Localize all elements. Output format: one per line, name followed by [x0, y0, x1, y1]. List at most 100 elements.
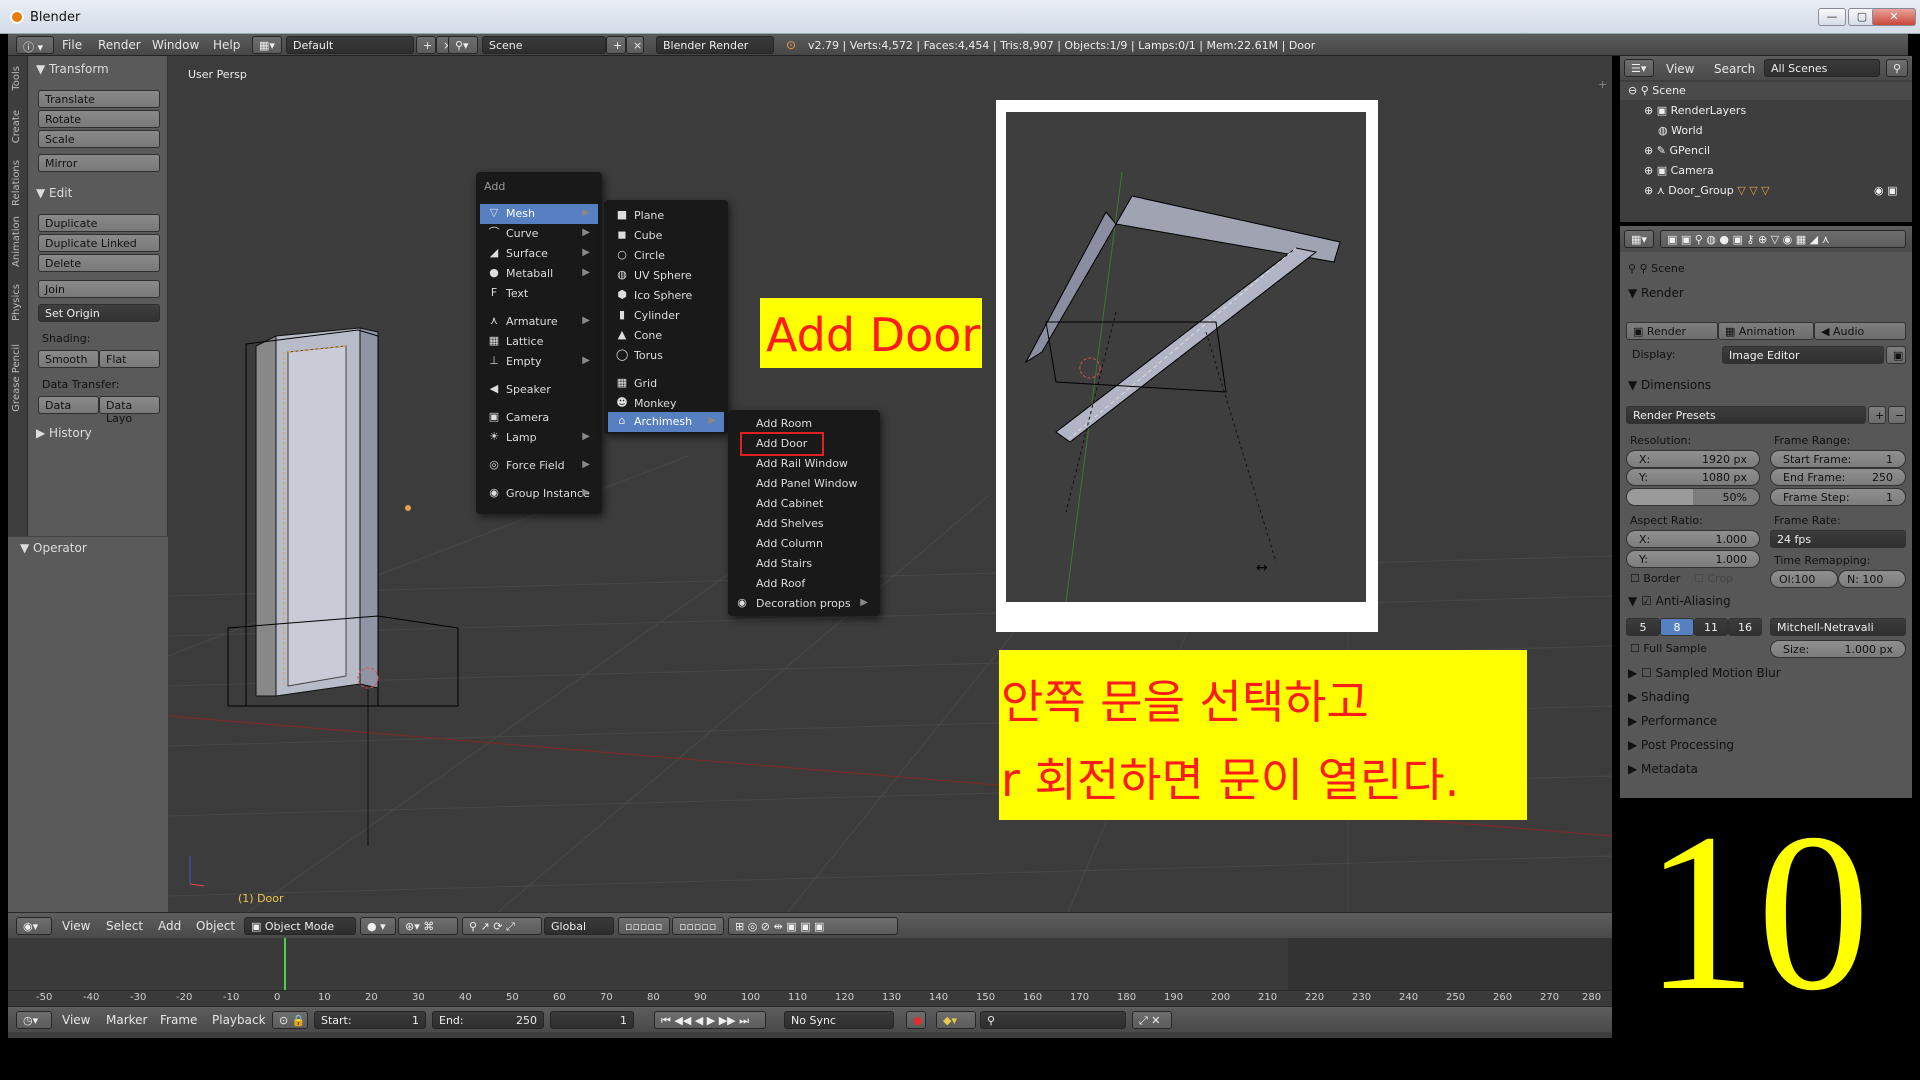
keying-icon[interactable]: ◆▾: [936, 1011, 976, 1029]
door-object[interactable]: [227, 327, 459, 707]
playback-controls[interactable]: ⏮ ◀◀ ◀ ▶ ▶▶ ⏭: [654, 1011, 766, 1029]
audio-button[interactable]: ◀ Audio: [1814, 322, 1906, 340]
data-button[interactable]: Data: [38, 396, 99, 414]
viewport-shading-icon[interactable]: ● ▾: [360, 917, 396, 935]
menu-render[interactable]: Render: [98, 38, 141, 52]
shading-section[interactable]: ▶ Shading: [1628, 690, 1690, 704]
menu-item-ico-sphere[interactable]: ⬢ Ico Sphere: [608, 286, 724, 306]
menu-playback[interactable]: Playback: [212, 1013, 266, 1027]
menu-item-camera[interactable]: ▣ Camera: [480, 408, 598, 428]
menu-item-cone[interactable]: ▲ Cone: [608, 326, 724, 346]
menu-item-add-stairs[interactable]: Add Stairs: [732, 554, 876, 574]
layout-icon[interactable]: ▦▾: [252, 36, 282, 54]
delete-button[interactable]: Delete: [38, 254, 160, 272]
preset-add-icon[interactable]: +: [1868, 406, 1886, 424]
mirror-button[interactable]: Mirror: [38, 154, 160, 172]
keying-set-field[interactable]: ⚲: [980, 1011, 1126, 1029]
visibility-eye-icon[interactable]: ◉ ▣: [1874, 184, 1898, 197]
start-frame-field[interactable]: Start Frame: 1: [1770, 450, 1906, 468]
aa-samples-11[interactable]: 11: [1694, 618, 1728, 636]
start-frame-field[interactable]: Start: 1: [314, 1011, 426, 1029]
end-frame-field[interactable]: End: 250: [432, 1011, 544, 1029]
menu-item-lamp[interactable]: ☀ Lamp ▶: [480, 428, 598, 448]
edit-panel-title[interactable]: ▼ Edit: [36, 186, 72, 200]
render-button[interactable]: ▣ Render: [1626, 322, 1718, 340]
tab-animation[interactable]: Animation: [11, 216, 22, 267]
frame-rate-selector[interactable]: 24 fps: [1770, 530, 1906, 548]
menu-item-add-column[interactable]: Add Column: [732, 534, 876, 554]
tab-create[interactable]: Create: [11, 110, 22, 143]
remap-new-field[interactable]: N: 100: [1838, 570, 1906, 588]
full-sample-checkbox[interactable]: ☐ Full Sample: [1630, 642, 1707, 655]
frame-step-field[interactable]: Frame Step: 1: [1770, 488, 1906, 506]
mode-selector[interactable]: ▣ Object Mode: [244, 917, 356, 935]
rotate-button[interactable]: Rotate: [38, 110, 160, 128]
flat-button[interactable]: Flat: [99, 350, 160, 368]
menu-item-empty[interactable]: ⊥ Empty ▶: [480, 352, 598, 372]
menu-object[interactable]: Object: [196, 919, 235, 933]
tab-tools[interactable]: Tools: [11, 66, 22, 91]
outliner-item-renderlayers[interactable]: ⊕ ▣ RenderLayers: [1644, 104, 1746, 117]
border-checkbox[interactable]: ☐ Border: [1630, 572, 1680, 585]
menu-item-lattice[interactable]: ▦ Lattice: [480, 332, 598, 352]
menu-item-add-roof[interactable]: Add Roof: [732, 574, 876, 594]
menu-item-curve[interactable]: ⌒ Curve ▶: [480, 224, 598, 244]
menu-item-torus[interactable]: ◯ Torus: [608, 346, 724, 366]
menu-item-force-field[interactable]: ◎ Force Field ▶: [480, 456, 598, 476]
outliner-view-menu[interactable]: View: [1666, 62, 1694, 76]
menu-item-circle[interactable]: ○ Circle: [608, 246, 724, 266]
tab-relations[interactable]: Relations: [11, 160, 22, 206]
outliner-item-scene[interactable]: ⊖ ⚲ Scene: [1628, 84, 1686, 97]
transform-panel-title[interactable]: ▼ Transform: [36, 62, 109, 76]
render-panel-title[interactable]: ▼ Render: [1628, 286, 1684, 300]
outliner-search-menu[interactable]: Search: [1714, 62, 1755, 76]
menu-item-uv-sphere[interactable]: ◍ UV Sphere: [608, 266, 724, 286]
menu-item-decoration-props[interactable]: ◉ Decoration props ▶: [732, 594, 876, 614]
aspect-y-field[interactable]: Y: 1.000: [1626, 550, 1760, 568]
resolution-y-field[interactable]: Y: 1080 px: [1626, 468, 1760, 486]
scene-add-icon[interactable]: +: [606, 36, 626, 54]
properties-type-icon[interactable]: ▦▾: [1624, 230, 1654, 248]
orientation-selector[interactable]: Global: [544, 917, 614, 935]
performance-section[interactable]: ▶ Performance: [1628, 714, 1717, 728]
scene-icon[interactable]: ⚲▾: [448, 36, 478, 54]
menu-item-archimesh[interactable]: ⌂ Archimesh ▶: [608, 412, 724, 432]
menu-item-group-instance[interactable]: ◉ Group Instance ▶: [480, 484, 598, 504]
editor-type-icon[interactable]: ◷▾: [16, 1011, 52, 1029]
tab-physics[interactable]: Physics: [11, 284, 22, 321]
menu-item-cube[interactable]: ◼ Cube: [608, 226, 724, 246]
manipulator-icons[interactable]: ⚲ ↗ ⟳ ⤢: [462, 917, 542, 935]
dimensions-panel-title[interactable]: ▼ Dimensions: [1628, 378, 1711, 392]
aspect-x-field[interactable]: X: 1.000: [1626, 530, 1760, 548]
search-icon[interactable]: ⚲: [1886, 59, 1908, 77]
editor-type-icon[interactable]: ⓘ ▾: [16, 36, 54, 54]
aa-filter-selector[interactable]: Mitchell-Netravali: [1770, 618, 1906, 636]
layer-buttons-1[interactable]: ▫▫▫▫▫: [618, 917, 670, 935]
scale-button[interactable]: Scale: [38, 130, 160, 148]
close-button[interactable]: ✕: [1872, 8, 1916, 26]
menu-add[interactable]: Add: [158, 919, 181, 933]
outliner-item-camera[interactable]: ⊕ ▣ Camera: [1644, 164, 1714, 177]
properties-context-tabs[interactable]: ▣ ▣ ⚲ ◍ ● ▣ ⚷ ⊕ ▽ ◉ ▦ ◢ ⋏: [1660, 230, 1906, 248]
menu-item-add-room[interactable]: Add Room: [732, 414, 876, 434]
outliner-item-gpencil[interactable]: ⊕ ✎ GPencil: [1644, 144, 1710, 157]
editor-type-icon[interactable]: ◉▾: [16, 917, 52, 935]
anti-aliasing-panel-title[interactable]: ▼ ☑ Anti-Aliasing: [1628, 594, 1731, 608]
menu-item-metaball[interactable]: ● Metaball ▶: [480, 264, 598, 284]
history-panel-title[interactable]: ▶ History: [36, 426, 92, 440]
menu-help[interactable]: Help: [213, 38, 240, 52]
aa-samples-8[interactable]: 8: [1660, 618, 1694, 636]
duplicate-button[interactable]: Duplicate: [38, 214, 160, 232]
menu-frame[interactable]: Frame: [160, 1013, 197, 1027]
minimize-button[interactable]: —: [1818, 8, 1846, 26]
outliner-item-world[interactable]: ◍ World: [1658, 124, 1703, 137]
filter-size-field[interactable]: Size: 1.000 px: [1770, 640, 1906, 658]
scene-remove-icon[interactable]: ×: [626, 36, 644, 54]
translate-button[interactable]: Translate: [38, 90, 160, 108]
resolution-percentage-slider[interactable]: 50%: [1626, 488, 1760, 506]
operator-panel-title[interactable]: ▼ Operator: [20, 541, 87, 555]
layout-selector[interactable]: Default: [286, 36, 414, 54]
render-presets-selector[interactable]: Render Presets: [1626, 406, 1866, 424]
menu-item-text[interactable]: F Text: [480, 284, 598, 304]
aa-samples-5[interactable]: 5: [1626, 618, 1660, 636]
